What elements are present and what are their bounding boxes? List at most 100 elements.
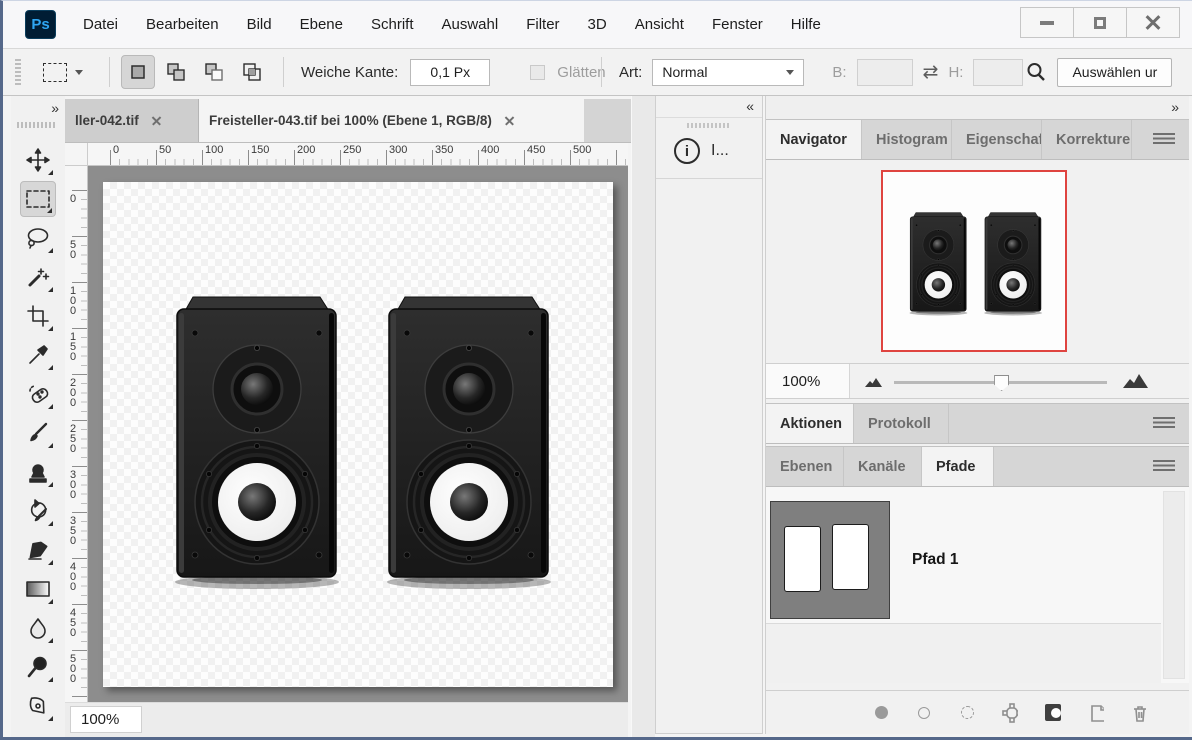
maximize-button[interactable]: [1073, 7, 1127, 38]
menu-ebene[interactable]: Ebene: [286, 16, 357, 33]
marquee-preset-icon: [43, 63, 67, 82]
navigator-zoom-slider[interactable]: [894, 381, 1107, 384]
title-bar: Ps Datei Bearbeiten Bild Ebene Schrift A…: [3, 1, 1192, 48]
new-selection-button[interactable]: [121, 55, 155, 89]
paths-scrollbar[interactable]: [1163, 491, 1185, 679]
move-tool[interactable]: [20, 142, 56, 178]
close-tab-icon[interactable]: [151, 115, 162, 126]
panel-menu-icon[interactable]: [1153, 133, 1175, 146]
navigator-proxy-view[interactable]: [881, 170, 1067, 352]
toolbar-grip[interactable]: [17, 122, 57, 128]
gradient-tool[interactable]: [20, 571, 56, 607]
panel-grip[interactable]: [687, 123, 731, 128]
brush-tool[interactable]: [20, 415, 56, 451]
menu-bearbeiten[interactable]: Bearbeiten: [132, 16, 233, 33]
paths-panel: Pfad 1: [766, 487, 1189, 683]
swap-dimensions-icon[interactable]: ⇄: [923, 61, 939, 84]
subtract-selection-button[interactable]: [197, 55, 231, 89]
style-label: Art:: [619, 64, 642, 81]
antialias-checkbox[interactable]: [530, 65, 545, 80]
navigator-tab-group: Navigator Histogram Eigenschaf Korrektur…: [766, 119, 1189, 160]
zoom-slider-thumb[interactable]: [994, 375, 1009, 391]
minimize-button[interactable]: [1020, 7, 1074, 38]
panel-splitter[interactable]: [631, 96, 655, 737]
status-zoom-field[interactable]: 100%: [70, 706, 142, 733]
menu-auswahl[interactable]: Auswahl: [428, 16, 513, 33]
intersect-selection-button[interactable]: [235, 55, 269, 89]
maximize-icon: [1094, 17, 1106, 29]
tab-kanaele[interactable]: Kanäle: [844, 447, 922, 486]
info-panel-button[interactable]: i I...: [656, 130, 762, 179]
style-select[interactable]: Normal: [652, 59, 804, 86]
tab-korrekturen[interactable]: Korrekture: [1042, 120, 1132, 159]
search-icon[interactable]: [1025, 61, 1047, 83]
dodge-tool[interactable]: [20, 649, 56, 685]
tab-eigenschaften[interactable]: Eigenschaf: [952, 120, 1042, 159]
document-tab-freisteller-042[interactable]: ller-042.tif: [65, 99, 199, 142]
tab-pfade[interactable]: Pfade: [922, 447, 994, 486]
menu-3d[interactable]: 3D: [574, 16, 621, 33]
select-and-mask-button[interactable]: Auswählen ur: [1057, 58, 1172, 87]
close-icon: [1145, 15, 1161, 31]
document-tab-bar: ller-042.tif Freisteller-043.tif bei 100…: [65, 99, 631, 143]
eyedropper-tool[interactable]: [20, 337, 56, 373]
lasso-tool[interactable]: [20, 220, 56, 256]
navigator-panel: [766, 160, 1189, 363]
rectangular-marquee-tool[interactable]: [20, 181, 56, 217]
eraser-tool[interactable]: [20, 532, 56, 568]
horizontal-ruler: 0 50 100 150 200 250 300 350 400 450 500: [88, 143, 628, 166]
tools-panel: »: [11, 96, 65, 737]
make-path-from-selection-icon[interactable]: [1002, 705, 1018, 721]
menu-fenster[interactable]: Fenster: [698, 16, 777, 33]
add-mask-icon[interactable]: [1045, 705, 1061, 721]
close-button[interactable]: [1126, 7, 1180, 38]
add-selection-button[interactable]: [159, 55, 193, 89]
zoom-out-icon[interactable]: [865, 377, 883, 388]
fill-path-icon[interactable]: [873, 705, 889, 721]
menu-bild[interactable]: Bild: [233, 16, 286, 33]
expand-dock-icon[interactable]: »: [1171, 99, 1177, 115]
chevron-down-icon: [786, 70, 794, 75]
stroke-path-icon[interactable]: [916, 705, 932, 721]
healing-brush-tool[interactable]: [20, 376, 56, 412]
blur-tool[interactable]: [20, 610, 56, 646]
tab-protokoll[interactable]: Protokoll: [854, 404, 949, 443]
menu-ansicht[interactable]: Ansicht: [621, 16, 698, 33]
new-path-icon[interactable]: [1088, 705, 1104, 721]
history-brush-tool[interactable]: [20, 493, 56, 529]
window-controls: [1021, 7, 1180, 38]
path-row-pfad-1[interactable]: Pfad 1: [766, 499, 1161, 621]
photoshop-window: Ps Datei Bearbeiten Bild Ebene Schrift A…: [0, 0, 1192, 740]
menu-datei[interactable]: Datei: [69, 16, 132, 33]
navigator-zoom-value[interactable]: 100%: [766, 364, 850, 398]
collapsed-panel-dock: « i I...: [655, 96, 763, 734]
panel-menu-icon[interactable]: [1153, 417, 1175, 430]
load-path-as-selection-icon[interactable]: [959, 705, 975, 721]
panel-menu-icon[interactable]: [1153, 460, 1175, 473]
minimize-icon: [1040, 21, 1054, 25]
tool-preset-picker[interactable]: [43, 49, 83, 95]
path-name[interactable]: Pfad 1: [912, 551, 959, 569]
pen-tool[interactable]: [20, 688, 56, 724]
expand-toolbar-icon[interactable]: »: [51, 100, 57, 116]
delete-path-icon[interactable]: [1131, 705, 1147, 721]
clone-stamp-tool[interactable]: [20, 454, 56, 490]
tab-navigator[interactable]: Navigator: [766, 120, 862, 159]
tab-histogramm[interactable]: Histogram: [862, 120, 952, 159]
zoom-in-icon[interactable]: [1123, 373, 1149, 389]
menu-schrift[interactable]: Schrift: [357, 16, 428, 33]
tab-aktionen[interactable]: Aktionen: [766, 404, 854, 443]
crop-tool[interactable]: [20, 298, 56, 334]
document-tab-freisteller-043[interactable]: Freisteller-043.tif bei 100% (Ebene 1, R…: [199, 99, 584, 142]
menu-filter[interactable]: Filter: [512, 16, 573, 33]
canvas-pasteboard[interactable]: [88, 166, 628, 702]
menu-hilfe[interactable]: Hilfe: [777, 16, 835, 33]
options-grip[interactable]: [15, 59, 21, 85]
collapse-dock-icon[interactable]: «: [746, 98, 752, 114]
tab-ebenen[interactable]: Ebenen: [766, 447, 844, 486]
canvas-image[interactable]: [103, 182, 613, 687]
magic-wand-tool[interactable]: [20, 259, 56, 295]
feather-input[interactable]: [410, 59, 490, 86]
document-area: ller-042.tif Freisteller-043.tif bei 100…: [65, 96, 631, 737]
close-tab-icon[interactable]: [504, 115, 515, 126]
